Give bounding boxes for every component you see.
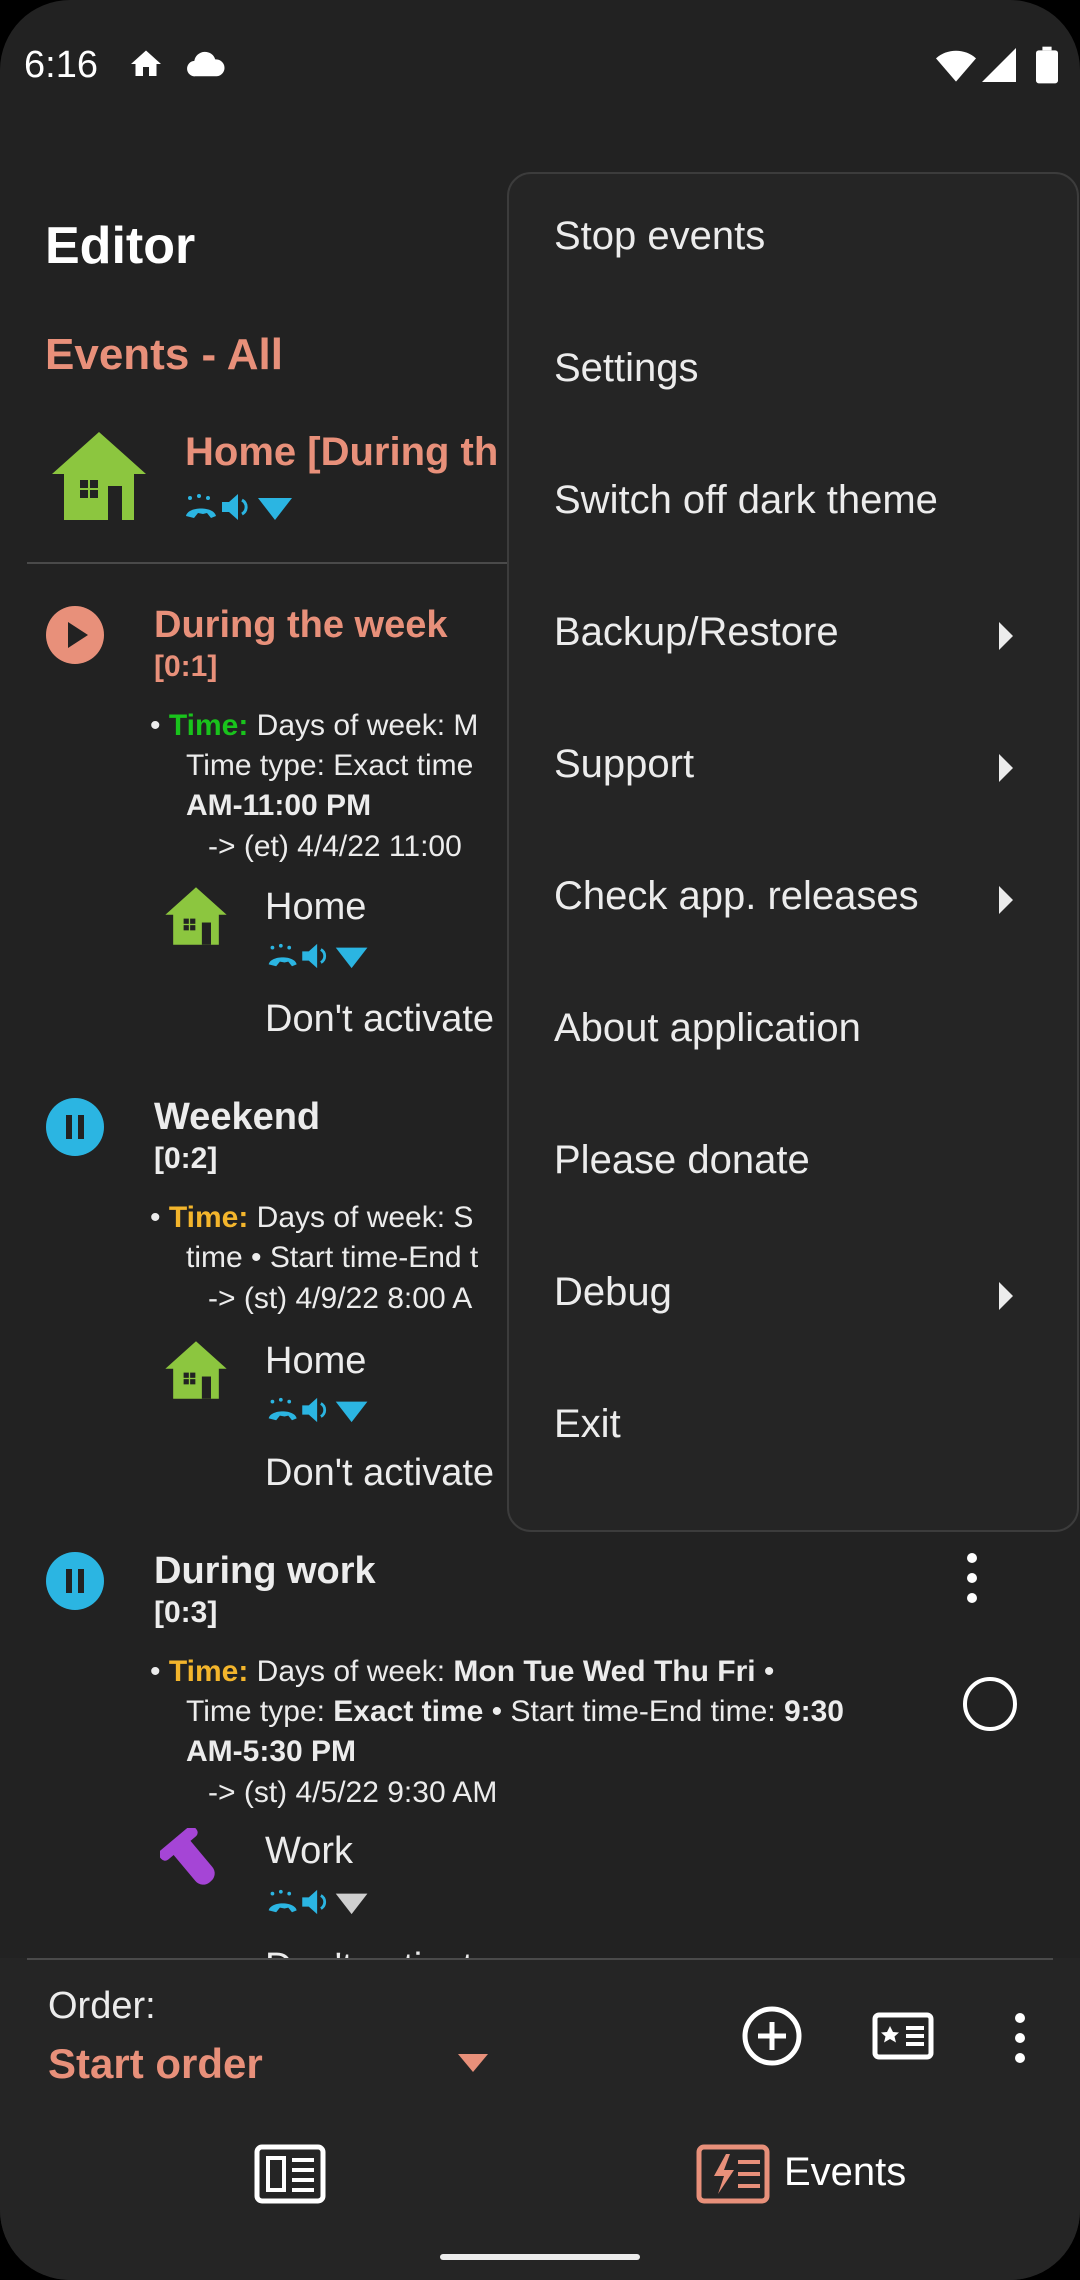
activated-profile-icon: [50, 430, 148, 527]
menu-item-about[interactable]: About application: [509, 966, 1080, 1098]
menu-item-label: About application: [554, 1006, 861, 1050]
condition-text: Time type:: [186, 1695, 334, 1728]
condition-label: Time:: [168, 709, 249, 742]
event-next-time: -> (et) 4/4/22 11:00: [208, 830, 462, 863]
nav-events-label[interactable]: Events: [784, 2150, 906, 2195]
condition-text: • Start time-End time:: [483, 1695, 784, 1728]
event-select-radio[interactable]: [962, 1676, 1018, 1737]
profile-indicators: [265, 940, 373, 977]
menu-item-label: Check app. releases: [554, 874, 919, 918]
menu-item-donate[interactable]: Please donate: [509, 1098, 1080, 1230]
menu-item-label: Switch off dark theme: [554, 478, 938, 522]
wifi-icon: [936, 48, 976, 87]
menu-item-settings[interactable]: Settings: [509, 306, 1080, 438]
overflow-menu: Stop events Settings Switch off dark the…: [507, 172, 1079, 1532]
menu-item-backup-restore[interactable]: Backup/Restore: [509, 570, 1080, 702]
profile-indicators: [182, 490, 298, 529]
submenu-arrow-icon: [999, 886, 1013, 914]
page-title: Editor: [45, 217, 196, 275]
menu-item-check-releases[interactable]: Check app. releases: [509, 834, 1080, 966]
menu-item-label: Exit: [554, 1402, 621, 1446]
condition-text: Time type: Exact time: [186, 749, 474, 782]
event-profile-name: Home: [265, 1340, 367, 1382]
condition-label: Time:: [168, 1655, 249, 1688]
menu-item-label: Please donate: [554, 1138, 810, 1182]
home-profile-icon: [164, 1340, 228, 1405]
event-condition: • Time: Days of week: Mon Tue Wed Thu Fr…: [150, 1652, 910, 1772]
menu-item-switch-theme[interactable]: Switch off dark theme: [509, 438, 1080, 570]
profile-indicators: [265, 1394, 373, 1431]
event-name[interactable]: During the week: [154, 604, 448, 647]
order-select[interactable]: Start order: [48, 2040, 263, 2088]
event-more-icon[interactable]: [958, 1550, 986, 1611]
condition-text: Days of week: M: [256, 709, 479, 742]
signal-icon: [982, 48, 1016, 87]
menu-item-label: Backup/Restore: [554, 610, 839, 654]
cloud-icon: [186, 46, 226, 87]
menu-item-exit[interactable]: Exit: [509, 1362, 1080, 1494]
home-indicator[interactable]: [440, 2254, 640, 2260]
menu-item-label: Support: [554, 742, 695, 786]
menu-item-label: Stop events: [554, 214, 766, 258]
status-bar: 6:16: [0, 0, 1080, 130]
submenu-arrow-icon: [999, 622, 1013, 650]
home-profile-icon: [164, 886, 228, 951]
divider: [27, 1958, 1053, 1960]
nav-editor-profiles-icon[interactable]: [254, 2144, 326, 2209]
bottom-panel: [0, 1958, 1080, 2280]
event-paused-icon[interactable]: [46, 1552, 104, 1615]
home-status-icon: [128, 46, 164, 87]
event-name[interactable]: Weekend: [154, 1096, 320, 1139]
condition-text: time • Start time-End t: [186, 1241, 479, 1274]
condition-text: 9:30: [783, 1695, 844, 1728]
condition-text: AM-5:30 PM: [186, 1735, 357, 1768]
screen: 6:16 Editor Events - All Home [During th: [0, 0, 1080, 2280]
event-id: [0:1]: [154, 650, 218, 683]
menu-item-stop-events[interactable]: Stop events: [509, 174, 1080, 306]
condition-text: Exact time: [333, 1695, 484, 1728]
menu-item-debug[interactable]: Debug: [509, 1230, 1080, 1362]
event-profile-action: Don't activate: [265, 1452, 495, 1494]
event-profile-name: Work: [265, 1830, 353, 1872]
add-event-icon[interactable]: [741, 2005, 803, 2072]
event-profile-action: Don't activate: [265, 1940, 494, 1958]
chevron-down-icon[interactable]: [458, 2054, 488, 2077]
section-title: Events - All: [45, 330, 283, 379]
menu-item-label: Debug: [554, 1270, 672, 1314]
event-profile-action: Don't activate: [265, 998, 495, 1040]
condition-text: •: [755, 1655, 775, 1688]
battery-icon: [1036, 46, 1058, 89]
more-options-icon[interactable]: [1006, 2010, 1034, 2071]
event-id: [0:2]: [154, 1142, 218, 1175]
profile-indicators: [265, 1886, 373, 1923]
nav-events-icon[interactable]: [696, 2144, 770, 2209]
activated-profile-name[interactable]: Home [During th: [185, 430, 498, 475]
condition-days: Mon Tue Wed Thu Fri: [453, 1655, 756, 1688]
work-profile-icon: [158, 1826, 226, 1899]
event-paused-icon[interactable]: [46, 1098, 104, 1161]
status-time: 6:16: [24, 44, 98, 86]
event-next-time: -> (st) 4/5/22 9:30 AM: [208, 1776, 498, 1809]
event-running-icon[interactable]: [46, 606, 104, 669]
menu-item-support[interactable]: Support: [509, 702, 1080, 834]
event-next-time: -> (st) 4/9/22 8:00 A: [208, 1282, 473, 1315]
event-profile-name: Home: [265, 886, 367, 928]
submenu-arrow-icon: [999, 1282, 1013, 1310]
event-card-icon[interactable]: [872, 2012, 934, 2065]
condition-text: Days of week:: [256, 1655, 454, 1688]
condition-label: Time:: [168, 1201, 249, 1234]
menu-item-label: Settings: [554, 346, 699, 390]
event-id: [0:3]: [154, 1596, 218, 1629]
order-label: Order:: [48, 1985, 156, 2027]
submenu-arrow-icon: [999, 754, 1013, 782]
event-name[interactable]: During work: [154, 1550, 376, 1593]
condition-text: Days of week: S: [256, 1201, 474, 1234]
